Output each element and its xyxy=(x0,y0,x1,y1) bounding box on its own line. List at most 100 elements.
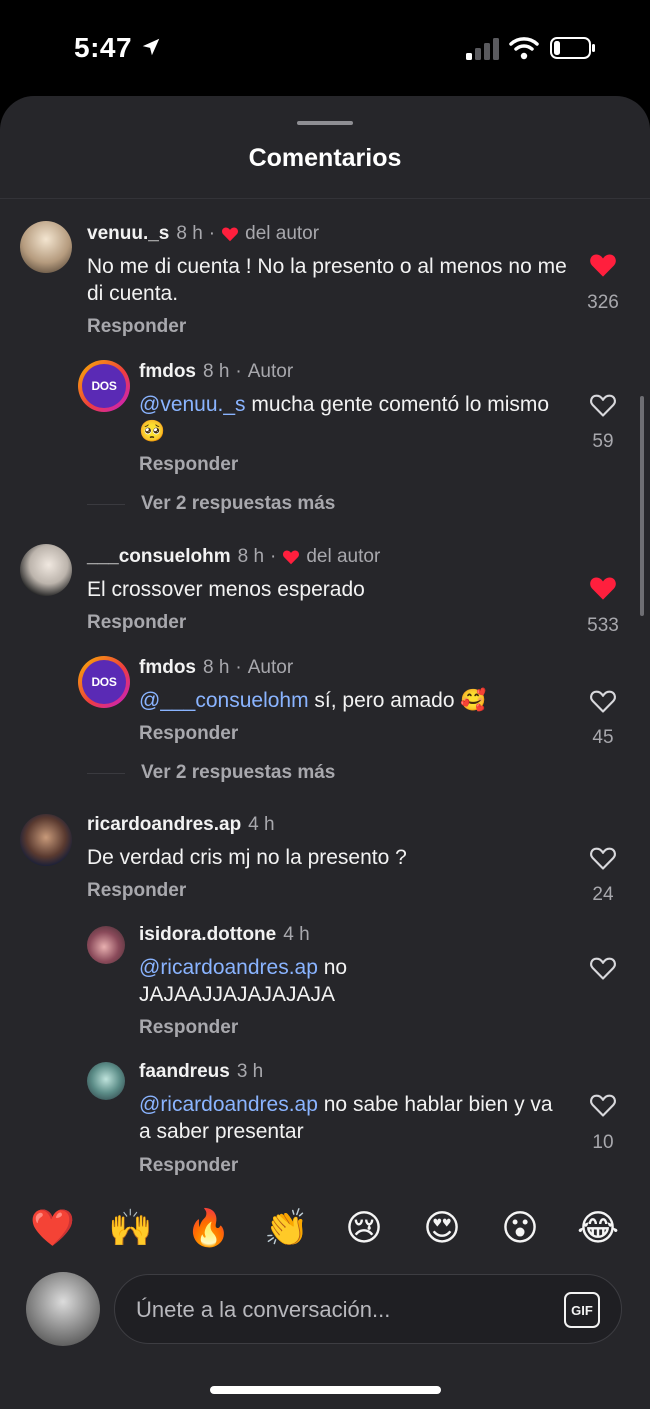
reaction-heart[interactable]: ❤️ xyxy=(30,1201,75,1257)
status-time: 5:47 xyxy=(74,32,133,63)
reply-text-body: sí, pero amado 🥰 xyxy=(308,689,487,712)
comment-meta: venuu._s 8 h · del autor xyxy=(87,223,319,245)
avatar[interactable]: DOS xyxy=(78,360,130,412)
home-indicator[interactable] xyxy=(210,1386,441,1394)
reply-button[interactable]: Responder xyxy=(87,880,186,902)
like-heart-outline-icon[interactable] xyxy=(589,392,617,418)
scroll-indicator[interactable] xyxy=(640,396,644,616)
like-count: 45 xyxy=(592,727,614,748)
reply-text: @venuu._s mucha gente comentó lo mismo 🥺 xyxy=(139,391,569,445)
reply-button[interactable]: Responder xyxy=(87,612,186,634)
comment-time: 8 h xyxy=(237,546,265,567)
comment-username[interactable]: ___consuelohm xyxy=(87,546,231,568)
reply-meta: isidora.dottone 4 h xyxy=(139,924,310,946)
status-bar: 5:47 xyxy=(0,0,650,96)
more-replies-line xyxy=(87,773,125,774)
like-count: 59 xyxy=(592,431,614,452)
reply-button[interactable]: Responder xyxy=(139,454,238,476)
avatar[interactable] xyxy=(20,814,72,866)
author-badge: del autor xyxy=(306,546,381,567)
like-heart-outline-icon[interactable] xyxy=(589,845,617,871)
author-liked-heart-icon xyxy=(222,227,239,242)
avatar[interactable]: DOS xyxy=(78,656,130,708)
location-arrow-icon xyxy=(142,38,160,56)
like-heart-outline-icon[interactable] xyxy=(589,955,617,981)
reply-time: 3 h xyxy=(236,1061,264,1082)
reply-username[interactable]: fmdos xyxy=(139,361,196,383)
reply-button[interactable]: Responder xyxy=(87,316,186,338)
reaction-laughing[interactable]: 😂 xyxy=(576,1201,620,1257)
reaction-crying[interactable]: 😢 xyxy=(342,1201,386,1257)
reply-button[interactable]: Responder xyxy=(139,723,238,745)
comment-input-placeholder: Únete a la conversación... xyxy=(136,1297,391,1322)
comment-time: 8 h xyxy=(176,223,203,244)
comment-username[interactable]: ricardoandres.ap xyxy=(87,814,241,836)
author-badge: del autor xyxy=(245,223,320,244)
reaction-raised-hands[interactable]: 🙌 xyxy=(108,1201,153,1257)
author-badge: Autor xyxy=(247,361,294,382)
like-count: 326 xyxy=(587,292,619,313)
comments-sheet: Comentarios venuu._s 8 h · del autor No … xyxy=(0,96,650,1409)
like-heart-icon[interactable] xyxy=(589,252,617,278)
reply-text: @ricardoandres.ap no JAJAAJJAJAJAJAJA xyxy=(139,954,519,1008)
quick-reaction-bar: ❤️ 🙌 🔥 👏 😢 😍 😮 😂 xyxy=(0,1201,650,1257)
like-count: 10 xyxy=(592,1132,614,1153)
more-replies-line xyxy=(87,504,125,505)
header-divider xyxy=(0,198,650,199)
separator-dot: · xyxy=(270,546,277,567)
comment-time: 4 h xyxy=(248,814,275,835)
cellular-signal-icon xyxy=(466,38,499,60)
mention-link[interactable]: @___consuelohm xyxy=(139,689,309,712)
reply-time: 4 h xyxy=(283,924,310,945)
avatar[interactable] xyxy=(87,1062,125,1100)
reply-text: @___consuelohm sí, pero amado 🥰 xyxy=(139,687,579,714)
gif-label: GIF xyxy=(571,1302,593,1318)
comment-text: De verdad cris mj no la presento ? xyxy=(87,846,407,869)
reply-username[interactable]: faandreus xyxy=(139,1061,230,1083)
separator-dot: · xyxy=(235,361,242,382)
reply-button[interactable]: Responder xyxy=(139,1155,238,1177)
mention-link[interactable]: @venuu._s xyxy=(139,393,246,416)
mention-link[interactable]: @ricardoandres.ap xyxy=(139,1093,318,1116)
sheet-title: Comentarios xyxy=(248,144,402,172)
reaction-fire[interactable]: 🔥 xyxy=(186,1201,231,1257)
reply-meta: faandreus 3 h xyxy=(139,1061,263,1083)
reply-time: 8 h xyxy=(203,657,230,678)
like-heart-outline-icon[interactable] xyxy=(589,688,617,714)
sheet-grabber[interactable] xyxy=(297,121,353,125)
avatar[interactable] xyxy=(87,926,125,964)
view-more-replies-button[interactable]: Ver 2 respuestas más xyxy=(141,762,335,784)
comment-meta: ___consuelohm 8 h · del autor xyxy=(87,546,380,568)
avatar[interactable] xyxy=(20,544,72,596)
gif-button[interactable]: GIF xyxy=(564,1292,600,1328)
reply-text: @ricardoandres.ap no sabe hablar bien y … xyxy=(139,1091,569,1145)
comment-text: No me di cuenta ! No la presento o al me… xyxy=(87,255,567,305)
comment-input[interactable]: Únete a la conversación... GIF xyxy=(114,1274,622,1344)
like-count: 533 xyxy=(587,615,619,636)
battery-icon xyxy=(550,37,595,59)
reply-username[interactable]: isidora.dottone xyxy=(139,924,276,946)
reply-meta: fmdos 8 h · Autor xyxy=(139,657,293,679)
brand-logo: DOS xyxy=(82,364,126,408)
comment-meta: ricardoandres.ap 4 h xyxy=(87,814,275,836)
reaction-clap[interactable]: 👏 xyxy=(264,1201,309,1257)
reaction-heart-eyes[interactable]: 😍 xyxy=(420,1201,464,1257)
comment-username[interactable]: venuu._s xyxy=(87,223,169,245)
brand-logo-text: DOS xyxy=(91,379,117,393)
like-heart-outline-icon[interactable] xyxy=(589,1092,617,1118)
avatar[interactable] xyxy=(20,221,72,273)
mention-link[interactable]: @ricardoandres.ap xyxy=(139,956,318,979)
author-liked-heart-icon xyxy=(283,550,300,565)
current-user-avatar xyxy=(26,1272,100,1346)
reply-username[interactable]: fmdos xyxy=(139,657,196,679)
view-more-replies-button[interactable]: Ver 2 respuestas más xyxy=(141,493,335,515)
reply-button[interactable]: Responder xyxy=(139,1017,238,1039)
reaction-surprised[interactable]: 😮 xyxy=(498,1201,542,1257)
comment-text: El crossover menos esperado xyxy=(87,578,365,601)
like-count: 24 xyxy=(592,884,614,905)
reply-time: 8 h xyxy=(203,361,230,382)
wifi-icon xyxy=(509,37,539,60)
brand-logo-text: DOS xyxy=(91,675,117,689)
like-heart-icon[interactable] xyxy=(589,575,617,601)
author-badge: Autor xyxy=(247,657,294,678)
